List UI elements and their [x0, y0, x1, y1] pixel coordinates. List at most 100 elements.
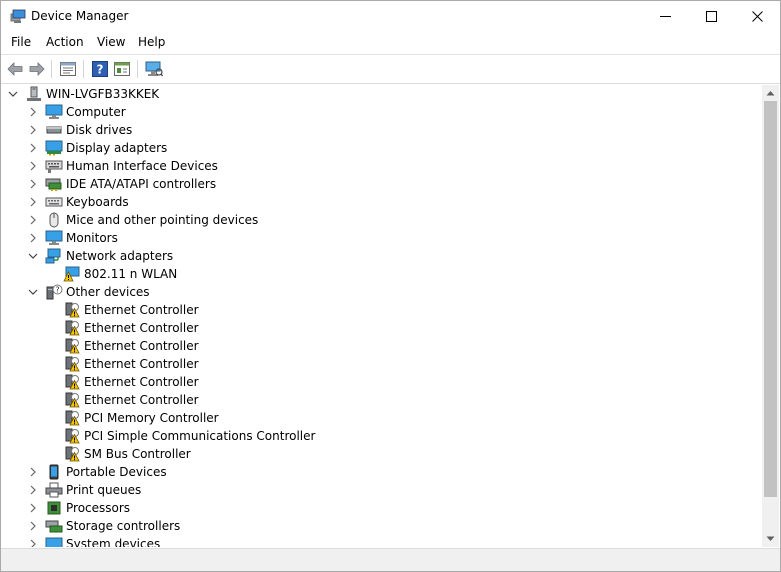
tree-category-label: Other devices [66, 285, 150, 299]
chevron-right-icon[interactable] [27, 106, 39, 118]
chevron-right-icon[interactable] [27, 502, 39, 514]
back-arrow-icon [7, 62, 23, 76]
scroll-thumb[interactable] [764, 101, 777, 497]
system-device-icon [45, 536, 63, 547]
show-hidden-button[interactable] [112, 59, 132, 79]
device-tree[interactable]: WIN-LVGFB33KKEK Computer Disk drives Dis… [1, 85, 762, 547]
tree-category-keyboards[interactable]: Keyboards [27, 193, 129, 211]
tree-device-pci-simple-communications-controller[interactable]: PCI Simple Communications Controller [45, 427, 315, 445]
tree-device-ethernet-controller[interactable]: Ethernet Controller [45, 373, 199, 391]
tree-device-label: PCI Memory Controller [84, 411, 219, 425]
maximize-button[interactable] [688, 1, 734, 31]
tree-device-label: SM Bus Controller [84, 447, 191, 461]
processor-icon [45, 500, 63, 516]
tree-category-print-queues[interactable]: Print queues [27, 481, 141, 499]
menu-bar: File Action View Help [1, 32, 780, 53]
tree-category-network-adapters[interactable]: Network adapters [27, 247, 173, 265]
tree-device-ethernet-controller[interactable]: Ethernet Controller [45, 391, 199, 409]
title-bar[interactable]: Device Manager [1, 1, 780, 31]
toolbar-separator [137, 60, 138, 78]
printer-icon [45, 482, 63, 498]
help-icon: ? [92, 61, 108, 77]
tree-category-other-devices[interactable]: ? Other devices [27, 283, 150, 301]
tree-category-label: Storage controllers [66, 519, 181, 533]
help-button[interactable]: ? [90, 59, 110, 79]
tree-device-ethernet-controller[interactable]: Ethernet Controller [45, 337, 199, 355]
chevron-down-icon[interactable] [27, 286, 39, 298]
warning-unknown-device-icon [63, 410, 81, 426]
status-bar [1, 548, 780, 571]
warning-unknown-device-icon [63, 320, 81, 336]
tree-category-monitors[interactable]: Monitors [27, 229, 118, 247]
menu-action[interactable]: Action [46, 35, 84, 49]
tree-device-wlan[interactable]: 802.11 n WLAN [45, 265, 177, 283]
menu-help[interactable]: Help [138, 35, 165, 49]
chevron-right-icon[interactable] [27, 160, 39, 172]
unknown-device-icon: ? [45, 284, 63, 300]
scan-hardware-icon [145, 61, 163, 77]
tree-category-disk-drives[interactable]: Disk drives [27, 121, 132, 139]
forward-button[interactable] [27, 59, 47, 79]
chevron-right-icon[interactable] [27, 538, 39, 547]
tree-category-label: Monitors [66, 231, 118, 245]
vertical-scrollbar[interactable] [762, 85, 779, 547]
tree-category-processors[interactable]: Processors [27, 499, 130, 517]
tree-device-ethernet-controller[interactable]: Ethernet Controller [45, 319, 199, 337]
tree-device-sm-bus-controller[interactable]: SM Bus Controller [45, 445, 191, 463]
monitor-icon [45, 230, 63, 246]
tree-root-computer-name[interactable]: WIN-LVGFB33KKEK [7, 85, 159, 103]
tree-device-pci-memory-controller[interactable]: PCI Memory Controller [45, 409, 219, 427]
device-manager-app-icon [10, 9, 26, 24]
maximize-icon [705, 10, 717, 22]
tree-category-storage-controllers[interactable]: Storage controllers [27, 517, 180, 535]
tree-device-label: 802.11 n WLAN [84, 267, 178, 281]
tree-category-label: Keyboards [66, 195, 129, 209]
chevron-right-icon[interactable] [27, 142, 39, 154]
properties-button[interactable] [58, 59, 78, 79]
menu-file[interactable]: File [11, 35, 31, 49]
tree-category-display-adapters[interactable]: Display adapters [27, 139, 167, 157]
menu-view[interactable]: View [97, 35, 125, 49]
tree-category-label: Computer [66, 105, 126, 119]
tree-category-computer[interactable]: Computer [27, 103, 126, 121]
show-hidden-icon [114, 62, 130, 76]
tree-category-human-interface-devices[interactable]: Human Interface Devices [27, 157, 218, 175]
chevron-right-icon[interactable] [27, 124, 39, 136]
tree-category-label: Portable Devices [66, 465, 167, 479]
toolbar-separator [51, 60, 52, 78]
chevron-right-icon[interactable] [27, 214, 39, 226]
minimize-button[interactable] [642, 1, 688, 31]
hid-icon [45, 158, 63, 174]
tree-category-portable-devices[interactable]: Portable Devices [27, 463, 167, 481]
computer-icon [45, 104, 63, 120]
chevron-right-icon[interactable] [27, 520, 39, 532]
chevron-right-icon[interactable] [27, 232, 39, 244]
chevron-down-icon[interactable] [27, 250, 39, 262]
chevron-right-icon[interactable] [27, 484, 39, 496]
close-button[interactable] [734, 1, 780, 31]
toolbar: ? [1, 54, 780, 84]
tree-device-label: Ethernet Controller [84, 357, 199, 371]
network-adapter-icon [45, 248, 63, 264]
computer-tower-icon [25, 86, 43, 102]
tree-category-ide-ata-atapi-controllers[interactable]: IDE ATA/ATAPI controllers [27, 175, 216, 193]
back-button[interactable] [5, 59, 25, 79]
chevron-down-icon[interactable] [7, 88, 19, 100]
chevron-right-icon[interactable] [27, 466, 39, 478]
tree-device-label: Ethernet Controller [84, 339, 199, 353]
tree-device-ethernet-controller[interactable]: Ethernet Controller [45, 355, 199, 373]
scroll-up-button[interactable] [762, 85, 779, 101]
device-manager-window: Device Manager File Action View Help ? W… [0, 0, 781, 572]
scroll-down-button[interactable] [762, 531, 779, 547]
chevron-right-icon[interactable] [27, 196, 39, 208]
tree-category-system-devices[interactable]: System devices [27, 535, 160, 547]
tree-category-mice[interactable]: Mice and other pointing devices [27, 211, 258, 229]
scan-hardware-button[interactable] [144, 59, 164, 79]
portable-device-icon [45, 464, 63, 480]
tree-device-ethernet-controller[interactable]: Ethernet Controller [45, 301, 199, 319]
chevron-right-icon[interactable] [27, 178, 39, 190]
keyboard-icon [45, 194, 63, 210]
tree-category-label: Mice and other pointing devices [66, 213, 259, 227]
